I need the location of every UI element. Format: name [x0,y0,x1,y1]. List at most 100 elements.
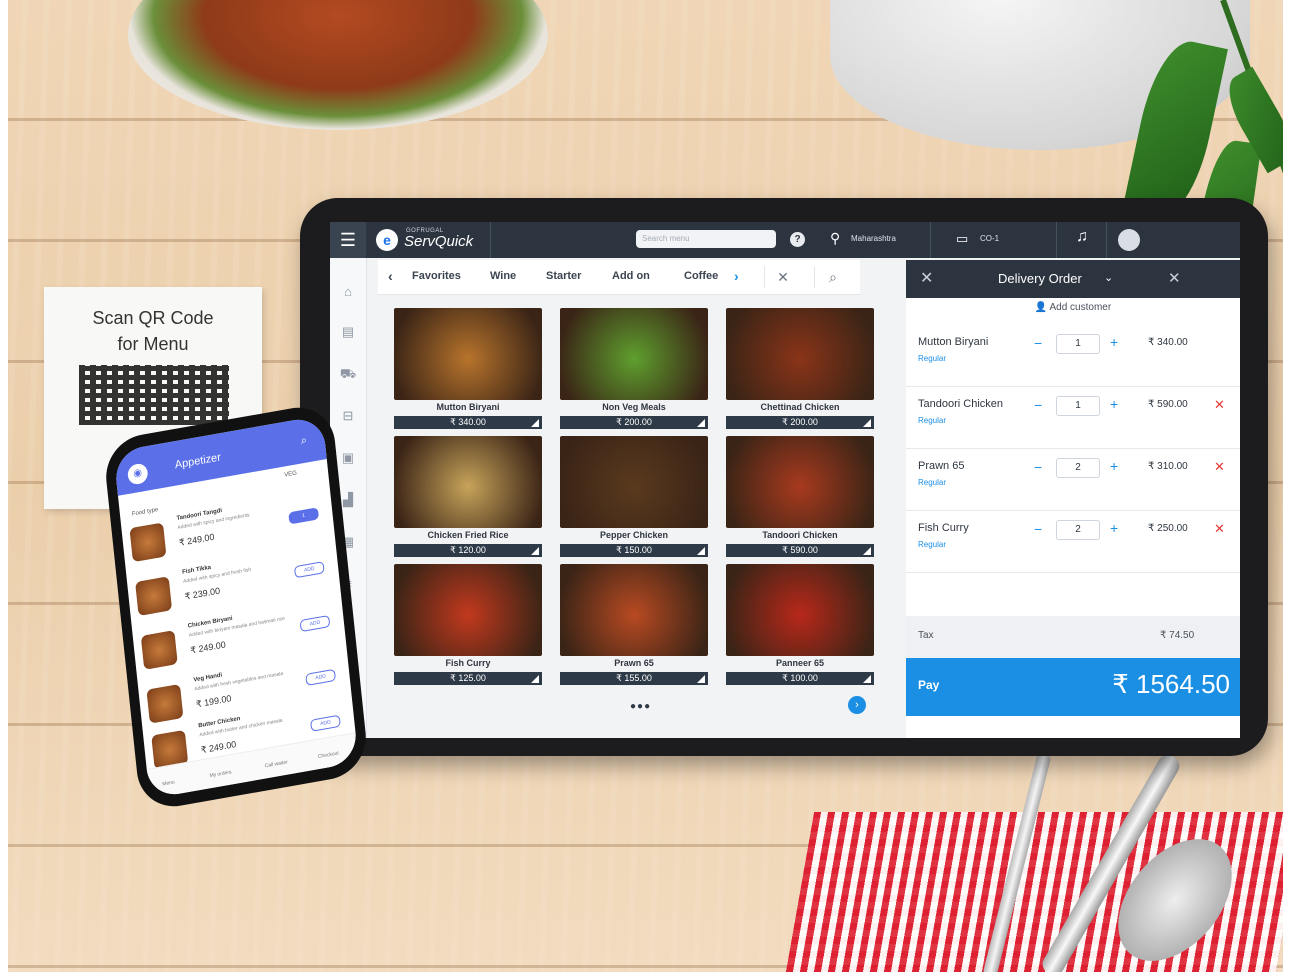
chevron-down-icon[interactable]: ⌄ [1104,271,1113,284]
food-type-filter[interactable]: Food type [132,507,159,518]
add-button[interactable]: ADD [293,561,325,579]
menu-grid: Mutton Biryani ₹ 340.00 Non Veg Meals ₹ … [378,300,874,700]
phone-item-price: ₹ 239.00 [184,585,221,602]
menu-tile[interactable]: Fish Curry ₹ 125.00 [394,564,542,686]
pay-button[interactable]: Pay ₹ 1564.50 [906,658,1240,716]
close-icon[interactable]: ✕ [920,268,933,288]
delivery-icon[interactable]: ⛟ [339,366,357,382]
add-customer-button[interactable]: 👤 Add customer [906,302,1240,313]
pos-screen: ☰ e GOFRUGAL ServQuick Search menu ? ⚲ M… [330,222,1240,738]
category-wine[interactable]: Wine [490,270,516,282]
decrease-qty-icon[interactable]: − [1034,397,1042,413]
menu-item-name: Chicken Fried Rice [427,530,509,540]
location-label[interactable]: Maharashtra [851,234,896,243]
nav-menu[interactable]: Menu [162,779,175,787]
restaurant-table-scene: Scan QR Code for Menu ☰ e GOFRUGAL ServQ… [0,0,1289,972]
orders-icon[interactable]: ▤ [339,324,357,340]
order-line: Prawn 65 Regular − 2 + ₹ 310.00 ✕ [906,450,1240,511]
corner-marker-icon [863,547,871,555]
menu-tile[interactable]: Tandoori Chicken ₹ 590.00 [726,436,874,558]
qr-title-line2: for Menu [117,334,189,354]
order-total: ₹ 1564.50 [1112,669,1230,699]
nav-my-orders[interactable]: My orders [209,769,232,779]
quantity-input[interactable]: 2 [1056,520,1100,540]
increase-qty-icon[interactable]: + [1110,458,1118,474]
search-input[interactable]: Search menu [636,230,776,248]
phone-screen: ◉ Appetizer ⌕ VEG Food type Tandoori Tan… [113,415,359,799]
quantity-input[interactable]: 1 [1056,334,1100,354]
menu-tile[interactable]: Non Veg Meals ₹ 200.00 [560,308,708,430]
phone-frame: ◉ Appetizer ⌕ VEG Food type Tandoori Tan… [102,401,370,813]
menu-tile[interactable]: Pepper Chicken ₹ 150.00 [560,436,708,558]
order-type-select[interactable]: Delivery Order [998,271,1082,286]
corner-marker-icon [531,419,539,427]
menu-tile[interactable]: Panneer 65 ₹ 100.00 [726,564,874,686]
increase-qty-icon[interactable]: + [1110,334,1118,350]
expand-icon[interactable]: ✕ [764,266,801,288]
category-next-icon[interactable]: › [734,268,739,284]
category-favorites[interactable]: Favorites [412,270,461,282]
quantity-stepper[interactable]: 1 [288,507,320,525]
increase-qty-icon[interactable]: + [1110,396,1118,412]
menu-tile[interactable]: Mutton Biryani ₹ 340.00 [394,308,542,430]
decrease-qty-icon[interactable]: − [1034,459,1042,475]
decrease-qty-icon[interactable]: − [1034,521,1042,537]
order-line: Mutton Biryani Regular − 1 + ₹ 340.00 [906,326,1240,387]
order-item-variant[interactable]: Regular [918,416,946,425]
category-add-on[interactable]: Add on [612,270,650,282]
menu-tile[interactable]: Prawn 65 ₹ 155.00 [560,564,708,686]
add-button[interactable]: ADD [310,714,341,732]
phone-header: ◉ Appetizer ⌕ [113,415,327,496]
menu-tile[interactable]: Chettinad Chicken ₹ 200.00 [726,308,874,430]
veg-toggle[interactable]: VEG [284,470,297,478]
order-item-variant[interactable]: Regular [918,354,946,363]
order-item-name: Prawn 65 [918,460,965,472]
menu-item-price: ₹ 155.00 [560,672,708,685]
menu-item-price: ₹ 200.00 [560,416,708,429]
food-image [394,308,542,400]
order-item-name: Mutton Biryani [918,336,989,348]
servquick-logo-icon: e [376,229,398,251]
food-image [560,564,708,656]
remove-item-icon[interactable]: ✕ [1214,521,1225,537]
order-item-variant[interactable]: Regular [918,478,946,487]
nav-call-waiter[interactable]: Call waiter [264,759,288,769]
help-icon[interactable]: ? [790,232,805,247]
add-button[interactable]: ADD [305,668,337,686]
menu-item-name: Tandoori Chicken [762,530,838,540]
food-image [560,308,708,400]
phone-item-price: ₹ 249.00 [189,639,227,656]
category-coffee[interactable]: Coffee [684,270,718,282]
remove-item-icon[interactable]: ✕ [1214,459,1225,475]
next-page-icon[interactable]: › [848,696,866,714]
quantity-input[interactable]: 2 [1056,458,1100,478]
page-dots[interactable]: ●●● [630,701,651,712]
corner-marker-icon [531,547,539,555]
user-avatar-icon[interactable] [1118,229,1140,251]
expand-icon[interactable]: ✕ [1168,269,1181,287]
decrease-qty-icon[interactable]: − [1034,335,1042,351]
nav-checkout[interactable]: Checkout [318,750,339,760]
food-thumbnail [140,630,178,670]
menu-item-name: Panneer 65 [775,658,825,668]
notification-bell-icon[interactable]: ♫ [1076,228,1088,246]
order-item-variant[interactable]: Regular [918,540,946,549]
corner-marker-icon [863,675,871,683]
tax-row: Tax ₹ 74.50 [906,616,1240,658]
order-item-price: ₹ 590.00 [1148,399,1188,410]
home-icon[interactable]: ⌂ [339,284,357,300]
qr-title-line1: Scan QR Code [92,308,214,328]
hamburger-menu-icon[interactable]: ☰ [330,222,366,258]
category-starter[interactable]: Starter [546,270,581,282]
category-prev-icon[interactable]: ‹ [388,268,393,284]
terminal-label[interactable]: CO-1 [980,234,999,243]
search-icon[interactable]: ⌕ [300,434,307,448]
restaurant-logo-icon: ◉ [126,462,149,486]
quantity-input[interactable]: 1 [1056,396,1100,416]
add-button[interactable]: ADD [299,614,331,633]
menu-tile[interactable]: Chicken Fried Rice ₹ 120.00 [394,436,542,558]
search-icon[interactable]: ⌕ [814,266,851,288]
order-line: Tandoori Chicken Regular − 1 + ₹ 590.00 … [906,388,1240,449]
increase-qty-icon[interactable]: + [1110,520,1118,536]
remove-item-icon[interactable]: ✕ [1214,397,1225,413]
